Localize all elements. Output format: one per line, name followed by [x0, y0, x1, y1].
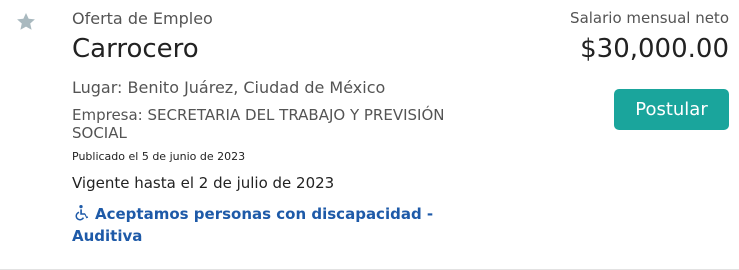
job-card: Oferta de Empleo Carrocero Lugar: Benito…: [0, 0, 739, 270]
job-title[interactable]: Carrocero: [72, 34, 199, 64]
star-icon[interactable]: [15, 11, 37, 33]
job-valid-until: Vigente hasta el 2 de julio de 2023: [72, 174, 335, 192]
salary-value: $30,000.00: [580, 34, 729, 64]
accessibility-link[interactable]: Aceptamos personas con discapacidad - Au…: [72, 203, 452, 247]
accessibility-text: Aceptamos personas con discapacidad - Au…: [72, 205, 434, 245]
job-published-date: Publicado el 5 de junio de 2023: [72, 150, 246, 163]
salary-label: Salario mensual neto: [570, 9, 729, 27]
job-company: Empresa: SECRETARIA DEL TRABAJO Y PREVIS…: [72, 106, 445, 142]
job-kicker: Oferta de Empleo: [72, 9, 213, 28]
job-location: Lugar: Benito Juárez, Ciudad de México: [72, 78, 386, 97]
wheelchair-icon: [72, 204, 90, 222]
apply-button[interactable]: Postular: [614, 89, 729, 130]
